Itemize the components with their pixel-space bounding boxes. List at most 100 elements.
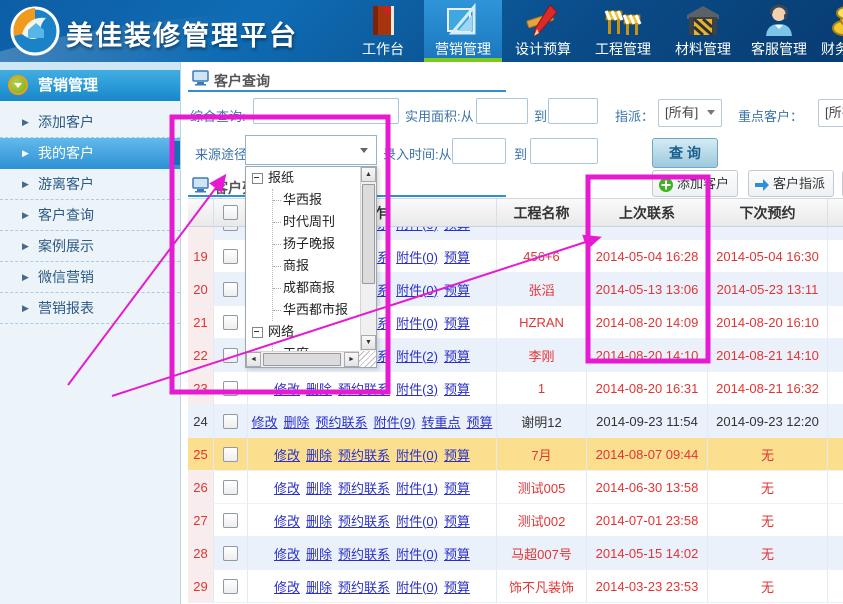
action-link-附件(0)[interactable]: 附件(0): [396, 511, 438, 530]
row-checkbox[interactable]: [223, 249, 238, 264]
row-checkbox[interactable]: [223, 381, 238, 396]
action-link-预约联系[interactable]: 预约联系: [338, 511, 390, 530]
action-link-预约联系[interactable]: 预约联系: [338, 379, 390, 398]
nav-item-材料管理[interactable]: 材料管理: [664, 0, 742, 62]
select-all-checkbox[interactable]: [223, 205, 238, 220]
action-link-预约联系[interactable]: 预约联系: [338, 544, 390, 563]
action-link-预算[interactable]: 预算: [444, 577, 470, 596]
action-link-删除[interactable]: 删除: [306, 379, 332, 398]
nav-item-工程管理[interactable]: 工程管理: [584, 0, 662, 62]
action-link-附件(0)[interactable]: 附件(0): [396, 313, 438, 332]
nav-item-营销管理[interactable]: 营销管理: [424, 0, 502, 62]
tree-item-华西都市报[interactable]: 华西都市报: [247, 299, 360, 321]
sidebar-item-我的客户[interactable]: ▶我的客户: [0, 138, 180, 169]
action-link-修改[interactable]: 修改: [274, 379, 300, 398]
time-to-input[interactable]: [530, 138, 598, 164]
action-link-附件(0)[interactable]: 附件(0): [396, 227, 438, 233]
sidebar-item-游离客户[interactable]: ▶游离客户: [0, 169, 180, 200]
tree-item-扬子晚报[interactable]: 扬子晚报: [247, 233, 360, 255]
tree-item-商报[interactable]: 商报: [247, 255, 360, 277]
action-link-预算[interactable]: 预算: [444, 280, 470, 299]
action-link-预算[interactable]: 预算: [444, 346, 470, 365]
action-link-预算[interactable]: 预算: [466, 412, 492, 431]
resize-grip[interactable]: [359, 351, 376, 367]
action-link-预约联系[interactable]: 预约联系: [338, 445, 390, 464]
action-link-预算[interactable]: 预算: [444, 478, 470, 497]
row-checkbox[interactable]: [223, 414, 238, 429]
action-link-修改[interactable]: 修改: [274, 511, 300, 530]
row-checkbox[interactable]: [223, 227, 238, 231]
action-link-删除[interactable]: 删除: [284, 412, 310, 431]
action-link-删除[interactable]: 删除: [306, 544, 332, 563]
row-checkbox[interactable]: [223, 546, 238, 561]
action-link-附件(3)[interactable]: 附件(3): [396, 379, 438, 398]
horizontal-scroll-thumb[interactable]: [263, 353, 341, 366]
nav-item-客服管理[interactable]: 客服管理: [740, 0, 818, 62]
scroll-left-button[interactable]: ◄: [246, 352, 261, 367]
action-link-删除[interactable]: 删除: [306, 511, 332, 530]
scroll-right-button[interactable]: ►: [344, 352, 359, 367]
sidebar-item-添加客户[interactable]: ▶添加客户: [0, 107, 180, 138]
action-link-附件(0)[interactable]: 附件(0): [396, 544, 438, 563]
vertical-scrollbar[interactable]: ▲ ▼: [360, 167, 376, 351]
keyword-input[interactable]: [253, 98, 399, 124]
action-link-附件(0)[interactable]: 附件(0): [396, 247, 438, 266]
row-checkbox[interactable]: [223, 315, 238, 330]
action-link-修改[interactable]: 修改: [274, 445, 300, 464]
vertical-scroll-thumb[interactable]: [362, 184, 375, 284]
sidebar-item-案例展示[interactable]: ▶案例展示: [0, 231, 180, 262]
action-link-附件(2)[interactable]: 附件(2): [396, 346, 438, 365]
add-customer-button[interactable]: 添加客户: [652, 170, 738, 197]
action-link-预算[interactable]: 预算: [444, 379, 470, 398]
action-link-修改[interactable]: 修改: [252, 412, 278, 431]
action-link-删除[interactable]: 删除: [306, 445, 332, 464]
row-checkbox[interactable]: [223, 447, 238, 462]
nav-item-工作台[interactable]: 工作台: [344, 0, 422, 62]
collapse-minus-icon[interactable]: [252, 173, 263, 184]
action-link-转重点[interactable]: 转重点: [421, 412, 460, 431]
action-link-预算[interactable]: 预算: [444, 227, 470, 233]
action-link-修改[interactable]: 修改: [274, 577, 300, 596]
sidebar-header[interactable]: 营销管理: [0, 70, 180, 101]
tree-item-华西报[interactable]: 华西报: [247, 189, 360, 211]
tree-item-天府[interactable]: 天府: [247, 343, 360, 351]
action-link-附件(9)[interactable]: 附件(9): [374, 412, 416, 431]
tree-node-网络[interactable]: 网络: [246, 321, 360, 343]
row-checkbox[interactable]: [223, 480, 238, 495]
assign-select[interactable]: [所有]: [658, 99, 722, 127]
action-link-预算[interactable]: 预算: [444, 544, 470, 563]
nav-item-财务管理[interactable]: $财务管理: [810, 0, 843, 62]
tree-item-时代周刊[interactable]: 时代周刊: [247, 211, 360, 233]
scroll-up-button[interactable]: ▲: [361, 167, 376, 182]
action-link-预约联系[interactable]: 预约联系: [316, 412, 368, 431]
row-checkbox[interactable]: [223, 282, 238, 297]
row-checkbox[interactable]: [223, 513, 238, 528]
search-button[interactable]: 查 询: [652, 138, 718, 168]
nav-item-设计预算[interactable]: 设计预算: [504, 0, 582, 62]
tree-item-成都商报[interactable]: 成都商报: [247, 277, 360, 299]
action-link-修改[interactable]: 修改: [274, 478, 300, 497]
time-from-input[interactable]: [452, 138, 506, 164]
action-link-预约联系[interactable]: 预约联系: [338, 577, 390, 596]
action-link-附件(1)[interactable]: 附件(1): [396, 478, 438, 497]
sidebar-item-客户查询[interactable]: ▶客户查询: [0, 200, 180, 231]
scroll-down-button[interactable]: ▼: [361, 335, 376, 350]
action-link-附件(0)[interactable]: 附件(0): [396, 445, 438, 464]
collapse-circle-icon[interactable]: [8, 75, 28, 95]
collapse-minus-icon[interactable]: [252, 327, 263, 338]
assign-customer-button[interactable]: 客户指派: [748, 170, 834, 197]
action-link-删除[interactable]: 删除: [306, 577, 332, 596]
tree-node-报纸[interactable]: 报纸: [246, 167, 360, 189]
source-combobox[interactable]: [245, 135, 377, 165]
action-link-附件(0)[interactable]: 附件(0): [396, 577, 438, 596]
action-link-附件(0)[interactable]: 附件(0): [396, 280, 438, 299]
area-to-input[interactable]: [548, 98, 598, 124]
action-link-预算[interactable]: 预算: [444, 511, 470, 530]
sidebar-item-微信营销[interactable]: ▶微信营销: [0, 262, 180, 293]
area-from-input[interactable]: [476, 98, 528, 124]
horizontal-scrollbar[interactable]: ◄ ►: [246, 351, 360, 367]
action-link-删除[interactable]: 删除: [306, 478, 332, 497]
row-checkbox[interactable]: [223, 579, 238, 594]
action-link-预约联系[interactable]: 预约联系: [338, 478, 390, 497]
action-link-预算[interactable]: 预算: [444, 313, 470, 332]
